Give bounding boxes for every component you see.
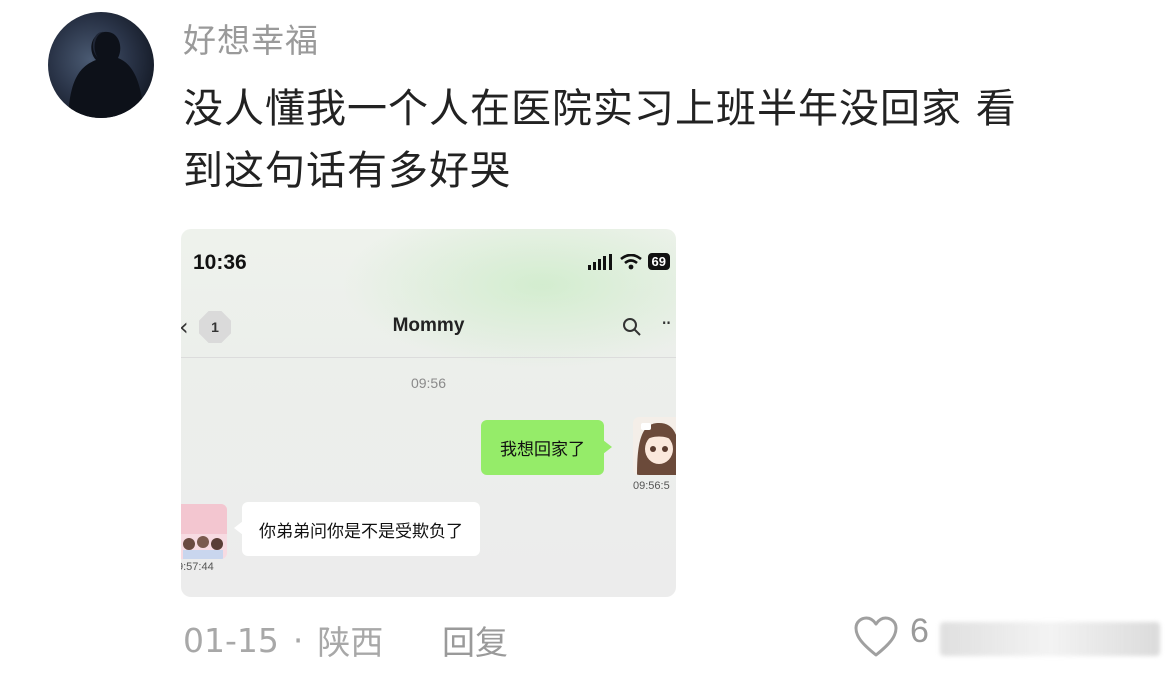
avatar-figure [68,31,144,118]
contact-avatar[interactable] [181,504,227,559]
chat-screenshot-image[interactable]: 10:36 69 ‹ 1 Mommy ·· 09:56 我想回家了 [181,229,676,597]
group-photo-image [181,504,227,559]
wifi-icon [619,253,642,269]
chat-title: Mommy [392,315,465,336]
user-avatar[interactable] [48,12,154,118]
comment-text: 没人懂我一个人在医院实习上班半年没回家 看 到这句话有多好哭 [183,78,1103,202]
comment-location: 陕西 [317,623,384,662]
header-divider [181,357,676,358]
incoming-message-time: 9:57:44 [181,561,214,573]
comment-line-1: 没人懂我一个人在医院实习上班半年没回家 看 [183,86,1017,132]
chat-timestamp: 09:56 [410,375,447,391]
outgoing-message-bubble[interactable]: 我想回家了 [481,420,612,475]
more-dots-icon[interactable]: ·· [661,311,672,335]
background-glow [341,229,676,369]
heart-outline-icon[interactable] [853,615,899,659]
like-count: 6 [910,612,929,650]
meta-separator: · [292,620,304,660]
status-bar-time: 10:36 [193,251,247,274]
incoming-message-bubble[interactable]: 你弟弟问你是不是受欺负了 [234,502,480,556]
comment-meta: 01-15 · 陕西 [183,616,383,664]
signal-icon [587,253,612,270]
battery-icon: 69 [647,253,670,270]
watermark-obscured [940,622,1160,656]
comment-line-2: 到这句话有多好哭 [183,148,511,194]
outgoing-message-time: 09:56:5 [633,480,670,492]
username[interactable]: 好想幸福 [183,14,319,62]
anime-avatar-image [637,423,676,475]
reply-button[interactable]: 回复 [442,616,508,664]
status-bar-icons: 69 [587,253,670,270]
sender-avatar[interactable] [633,417,676,475]
search-icon[interactable] [622,317,642,337]
comment-date: 01-15 [183,620,279,660]
